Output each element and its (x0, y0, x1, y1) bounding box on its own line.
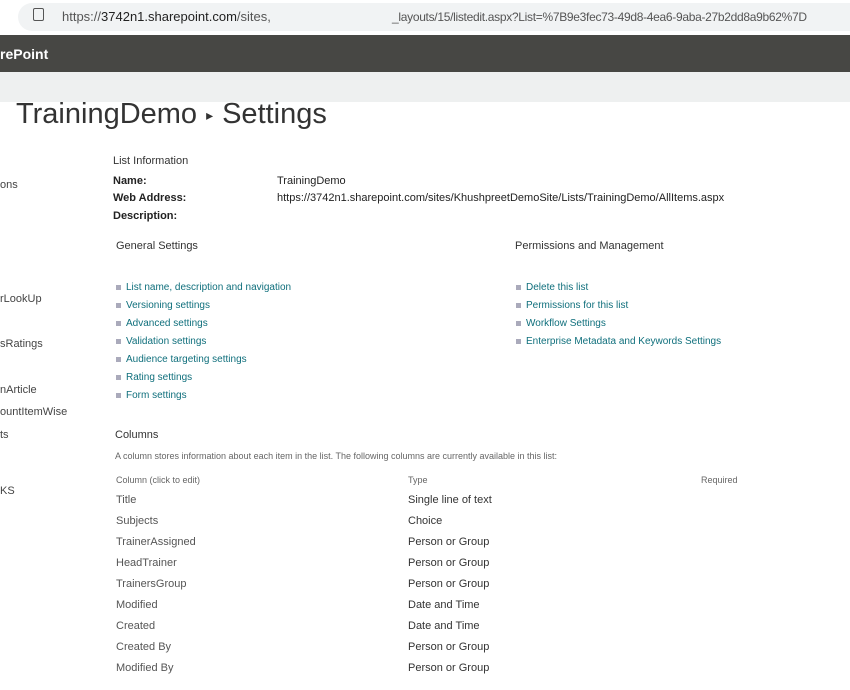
page-title: TrainingDemo ▸ Settings (16, 98, 327, 131)
name-label: Name: (113, 175, 147, 187)
list-info-heading: List Information (113, 155, 189, 167)
column-header-type: Type (408, 475, 428, 485)
breadcrumb-separator-icon: ▸ (206, 106, 214, 123)
column-name-link[interactable]: Created (116, 620, 155, 632)
permissions-link[interactable]: Enterprise Metadata and Keywords Setting… (516, 336, 721, 347)
suite-bar (0, 35, 850, 72)
general-settings-heading: General Settings (116, 240, 198, 252)
column-name-link[interactable]: TrainersGroup (116, 578, 187, 590)
general-settings-link[interactable]: List name, description and navigation (116, 282, 291, 293)
general-settings-link[interactable]: Advanced settings (116, 318, 208, 329)
column-name-link[interactable]: HeadTrainer (116, 557, 177, 569)
column-type: Person or Group (408, 641, 490, 653)
permissions-link[interactable]: Workflow Settings (516, 318, 606, 329)
columns-heading: Columns (115, 429, 159, 441)
column-type: Choice (408, 515, 443, 527)
column-name-link[interactable]: Modified By (116, 662, 173, 674)
general-settings-link[interactable]: Versioning settings (116, 300, 210, 311)
lock-icon[interactable] (33, 8, 44, 21)
permissions-link[interactable]: Permissions for this list (516, 300, 628, 311)
general-settings-link[interactable]: Audience targeting settings (116, 354, 247, 365)
column-name-link[interactable]: TrainerAssigned (116, 536, 196, 548)
permissions-link[interactable]: Delete this list (516, 282, 588, 293)
description-label: Description: (113, 210, 178, 222)
column-type: Person or Group (408, 557, 490, 569)
permissions-heading: Permissions and Management (515, 240, 664, 252)
general-settings-link[interactable]: Form settings (116, 390, 187, 401)
url-path: /sites, (236, 9, 271, 24)
general-settings-link[interactable]: Validation settings (116, 336, 206, 347)
column-name-link[interactable]: Created By (116, 641, 171, 653)
column-name-link[interactable]: Title (116, 494, 136, 506)
column-type: Date and Time (408, 620, 480, 632)
left-nav-item[interactable]: KS (0, 485, 15, 497)
web-address-label: Web Address: (113, 192, 187, 204)
left-nav-item[interactable]: ts (0, 429, 9, 441)
breadcrumb-list[interactable]: TrainingDemo (16, 98, 197, 130)
general-settings-link[interactable]: Rating settings (116, 372, 192, 383)
column-type: Person or Group (408, 536, 490, 548)
column-type: Person or Group (408, 662, 490, 674)
column-header-name: Column (click to edit) (116, 475, 201, 485)
url-scheme: https:// (62, 9, 102, 24)
column-name-link[interactable]: Subjects (116, 515, 158, 527)
left-nav-item[interactable]: ountItemWise (0, 406, 67, 418)
column-name-link[interactable]: Modified (116, 599, 158, 611)
left-nav-item[interactable]: sRatings (0, 338, 43, 350)
name-value: TrainingDemo (277, 175, 346, 187)
url-text-end[interactable]: _layouts/15/listedit.aspx?List=%7B9e3fec… (392, 10, 807, 24)
left-nav-item[interactable]: nArticle (0, 384, 37, 396)
web-address-value: https://3742n1.sharepoint.com/sites/Khus… (277, 192, 725, 204)
column-header-required: Required (701, 475, 738, 485)
column-type: Single line of text (408, 494, 492, 506)
left-nav-item[interactable]: ons (0, 179, 18, 191)
columns-description: A column stores information about each i… (115, 451, 558, 461)
url-text[interactable]: https://3742n1.sharepoint.com/sites, (62, 9, 271, 24)
sharepoint-brand[interactable]: rePoint (0, 46, 48, 62)
breadcrumb-current: Settings (222, 98, 327, 130)
column-type: Date and Time (408, 599, 480, 611)
left-nav-item[interactable]: rLookUp (0, 293, 42, 305)
column-type: Person or Group (408, 578, 490, 590)
url-host: 3742n1.sharepoint.com (101, 9, 237, 24)
